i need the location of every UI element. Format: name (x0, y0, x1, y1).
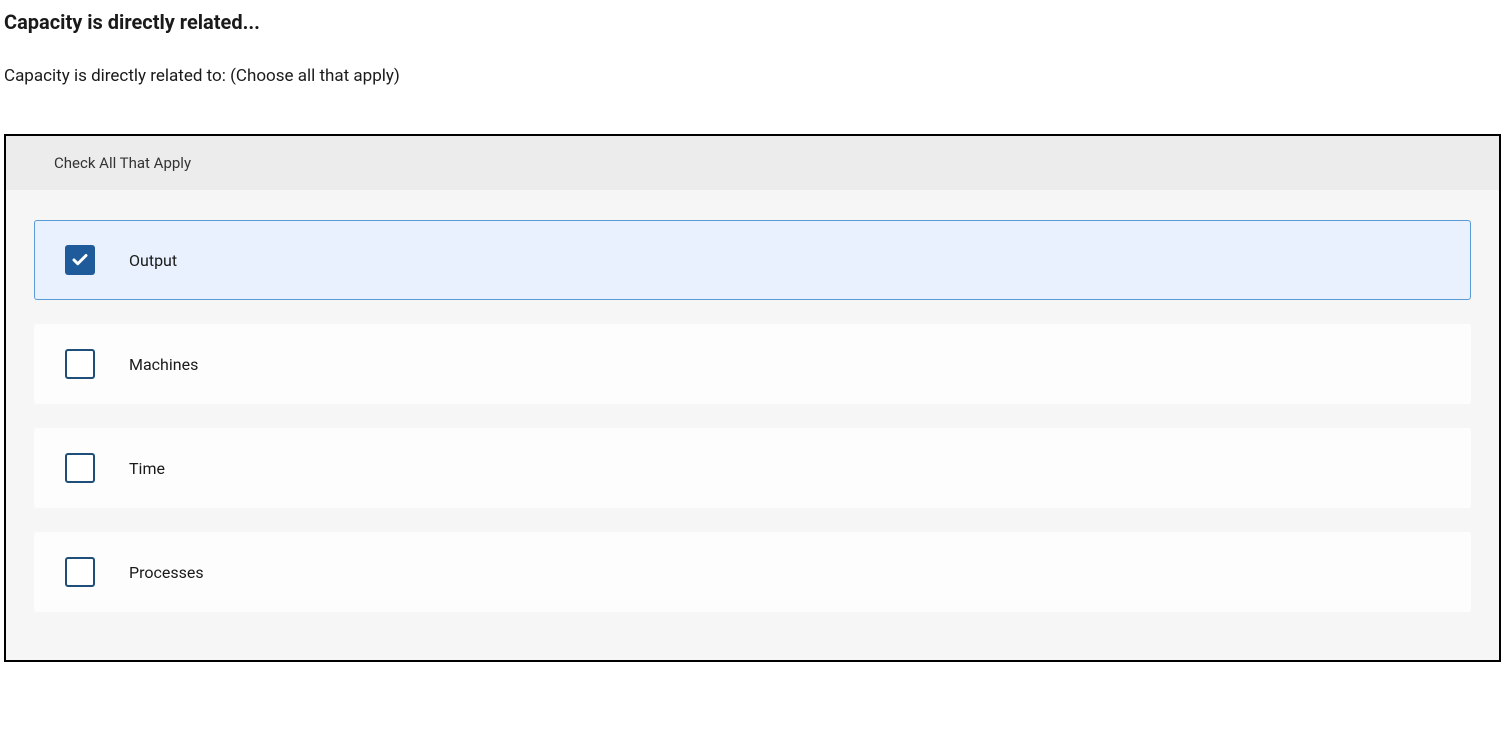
option-row-machines[interactable]: Machines (34, 324, 1471, 404)
panel-header: Check All That Apply (6, 136, 1499, 190)
checkbox-icon (65, 557, 95, 587)
option-label: Processes (129, 563, 204, 582)
checkbox-icon (65, 245, 95, 275)
option-label: Output (129, 251, 177, 270)
checkbox-icon (65, 349, 95, 379)
option-label: Time (129, 459, 165, 478)
option-row-output[interactable]: Output (34, 220, 1471, 300)
question-prompt: Capacity is directly related to: (Choose… (4, 66, 1501, 86)
answer-panel: Check All That Apply Output Machines (4, 134, 1501, 662)
options-container: Output Machines Time (6, 190, 1499, 660)
option-row-processes[interactable]: Processes (34, 532, 1471, 612)
option-label: Machines (129, 355, 198, 374)
option-row-time[interactable]: Time (34, 428, 1471, 508)
question-title: Capacity is directly related... (4, 10, 1501, 34)
checkbox-icon (65, 453, 95, 483)
